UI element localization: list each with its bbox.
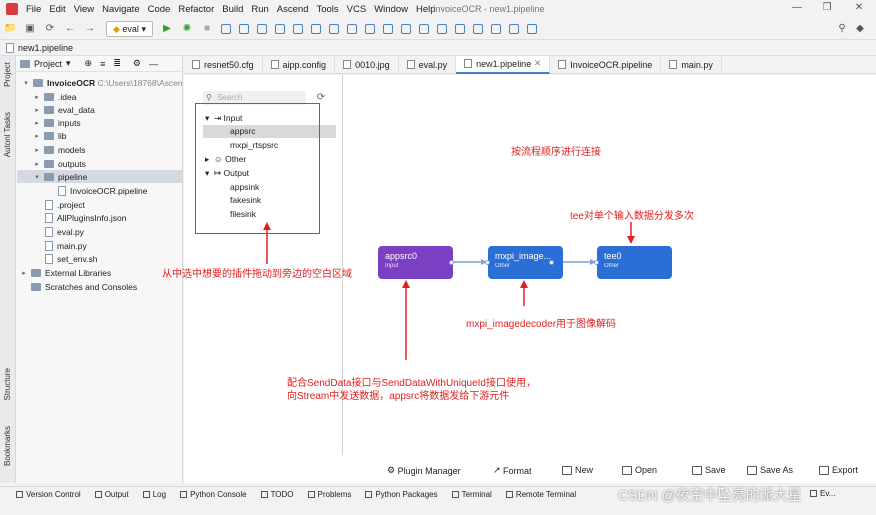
remote-terminal-icon: [505, 491, 513, 498]
new-icon: [562, 465, 572, 475]
output-port[interactable]: [549, 260, 554, 265]
save-icon: [692, 465, 702, 475]
export-button[interactable]: Export: [819, 465, 858, 475]
terminal-tool[interactable]: Terminal: [451, 490, 492, 499]
new-button[interactable]: New: [562, 465, 593, 475]
log-icon: [142, 491, 150, 498]
tool-label: Output: [104, 490, 129, 499]
button-label: Save: [705, 465, 726, 475]
python-packages-icon: [365, 491, 373, 498]
save-button[interactable]: Save: [692, 465, 726, 475]
todo-icon: [260, 491, 268, 498]
tool-label: Terminal: [461, 490, 492, 499]
tool-label: Python Console: [190, 490, 247, 499]
annotation-arrowhead: [402, 280, 410, 288]
input-port[interactable]: [485, 260, 490, 265]
version-control-tool[interactable]: Version Control: [16, 490, 81, 499]
save-as-button[interactable]: Save As: [747, 465, 793, 475]
annotation-arrowhead: [263, 222, 271, 230]
open-button[interactable]: Open: [622, 465, 657, 475]
button-label: Format: [503, 465, 532, 476]
problems-icon: [307, 491, 315, 498]
node-mxpi-imagedecoder[interactable]: mxpi_image... Other: [485, 246, 563, 279]
todo-tool[interactable]: TODO: [260, 490, 294, 499]
annotation-arrowhead: [520, 280, 528, 288]
output-icon: [94, 491, 102, 498]
tool-label: Remote Terminal: [515, 490, 577, 499]
node-type: Input: [385, 263, 399, 269]
node-name: mxpi_image...: [495, 251, 552, 261]
canvas-toolbar: ⚙ Plugin Manager ↗ Format New Open Save …: [343, 460, 876, 482]
python-console-icon: [180, 491, 188, 498]
format-icon: ↗: [493, 465, 504, 475]
annotation-drag: 从中选中想要的插件拖动到旁边的空白区域: [162, 269, 352, 280]
tool-label: Ev...: [820, 489, 836, 498]
plugin-manager-button[interactable]: ⚙ Plugin Manager: [387, 465, 461, 476]
tool-label: Python Packages: [375, 490, 438, 499]
format-button[interactable]: ↗ Format: [493, 465, 532, 476]
node-type: Other: [604, 263, 620, 269]
input-port[interactable]: [594, 260, 599, 265]
button-label: Open: [635, 465, 658, 475]
button-label: Plugin Manager: [397, 465, 461, 476]
terminal-icon: [451, 491, 459, 498]
button-label: New: [575, 465, 594, 475]
open-folder-icon: [622, 465, 632, 475]
tool-label: Problems: [317, 490, 352, 499]
annotation-decoder: mxpi_imagedecoder用于图像解码: [466, 319, 617, 330]
event-log-icon: [810, 490, 817, 497]
tool-label: Version Control: [26, 490, 81, 499]
log-tool[interactable]: Log: [142, 490, 167, 499]
python-console-tool[interactable]: Python Console: [180, 490, 247, 499]
plugin-manager-icon: ⚙: [387, 465, 398, 475]
tool-label: TODO: [270, 490, 294, 499]
remote-terminal-tool[interactable]: Remote Terminal: [505, 490, 577, 499]
problems-tool[interactable]: Problems: [307, 490, 352, 499]
annotation-arrowhead: [627, 236, 635, 244]
node-name: tee0: [604, 251, 622, 261]
annotation-tee: tee对单个输入数据分发多次: [570, 211, 694, 222]
output-port[interactable]: [449, 260, 454, 265]
watermark: CSDN @夜空中坠亮的派大星: [618, 487, 802, 503]
export-icon: [819, 465, 829, 475]
tool-label: Log: [152, 490, 167, 499]
python-packages-tool[interactable]: Python Packages: [365, 490, 438, 499]
annotation-connect-order: 按流程顺序进行连接: [511, 147, 601, 158]
annotation-appsrc-line2: 向Stream中发送数据，appsrc将数据发给下游元件: [287, 391, 510, 402]
button-label: Export: [832, 465, 859, 475]
node-appsrc0[interactable]: appsrc0 Input: [378, 246, 454, 279]
event-log-tool[interactable]: Ev...: [810, 489, 835, 498]
output-tool[interactable]: Output: [94, 490, 129, 499]
node-name: appsrc0: [385, 251, 418, 261]
save-as-icon: [747, 465, 757, 475]
version-control-icon: [16, 491, 23, 498]
node-tee0[interactable]: tee0 Other: [594, 246, 672, 279]
node-type: Other: [495, 263, 511, 269]
button-label: Save As: [760, 465, 794, 475]
